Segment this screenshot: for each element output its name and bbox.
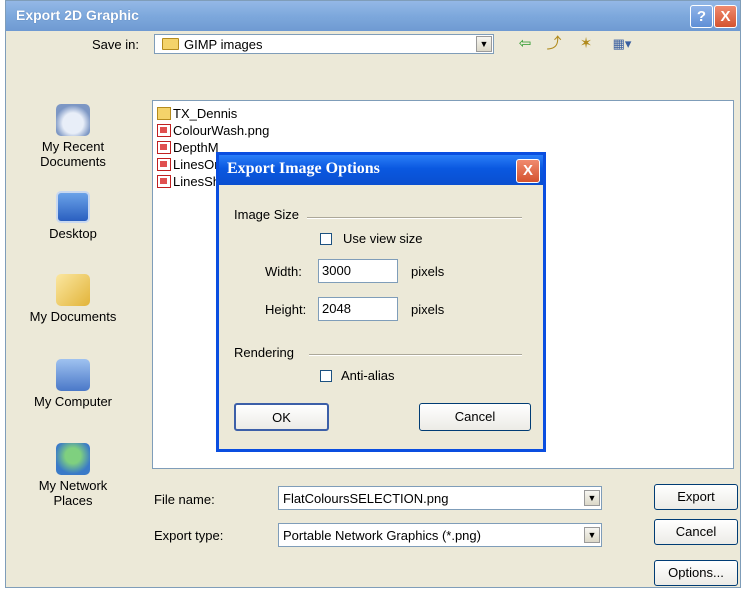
folder-icon bbox=[157, 107, 171, 120]
up-folder-icon[interactable]: ⤴ bbox=[543, 34, 565, 54]
network-places-icon bbox=[56, 443, 90, 475]
png-file-icon bbox=[157, 124, 171, 137]
outer-title: Export 2D Graphic bbox=[16, 7, 139, 23]
place-my-documents[interactable]: My Documents bbox=[18, 274, 128, 324]
export-button[interactable]: Export bbox=[654, 484, 738, 510]
file-name-value: FlatColoursSELECTION.png bbox=[283, 491, 449, 506]
png-file-icon bbox=[157, 158, 171, 171]
file-name: LinesOr bbox=[173, 157, 219, 172]
ok-button[interactable]: OK bbox=[234, 403, 329, 431]
inner-title: Export Image Options bbox=[227, 160, 380, 177]
chevron-down-icon[interactable]: ▼ bbox=[584, 490, 600, 506]
rendering-group-title: Rendering bbox=[234, 345, 294, 360]
list-item[interactable]: LinesSh bbox=[157, 174, 220, 190]
file-name: DepthM bbox=[173, 140, 219, 155]
divider bbox=[307, 217, 522, 219]
my-documents-icon bbox=[56, 274, 90, 306]
inner-title-bar[interactable]: Export Image Options X bbox=[219, 155, 543, 185]
file-name: ColourWash.png bbox=[173, 123, 270, 138]
place-label: My Computer bbox=[33, 394, 113, 409]
place-my-network-places[interactable]: My Network Places bbox=[18, 443, 128, 508]
use-view-size-label: Use view size bbox=[343, 231, 423, 246]
file-name-label: File name: bbox=[154, 492, 215, 507]
list-item[interactable]: TX_Dennis bbox=[157, 106, 237, 122]
png-file-icon bbox=[157, 141, 171, 154]
place-label: My Recent Documents bbox=[40, 139, 106, 169]
export-type-value: Portable Network Graphics (*.png) bbox=[283, 528, 481, 543]
save-in-value: GIMP images bbox=[184, 37, 263, 52]
width-value: 3000 bbox=[322, 263, 351, 278]
file-name: TX_Dennis bbox=[173, 106, 238, 121]
png-file-icon bbox=[157, 175, 171, 188]
place-my-computer[interactable]: My Computer bbox=[18, 359, 128, 409]
width-label: Width: bbox=[265, 264, 302, 279]
place-label: Desktop bbox=[49, 226, 97, 241]
divider bbox=[309, 354, 522, 356]
chevron-down-icon[interactable]: ▼ bbox=[584, 527, 600, 543]
place-my-recent-documents[interactable]: My Recent Documents bbox=[18, 104, 128, 169]
height-label: Height: bbox=[265, 302, 307, 317]
folder-icon bbox=[162, 38, 179, 50]
save-in-label: Save in: bbox=[92, 37, 139, 52]
options-button[interactable]: Options... bbox=[654, 560, 738, 586]
chevron-down-icon[interactable]: ▼ bbox=[476, 36, 492, 52]
height-unit: pixels bbox=[411, 302, 445, 317]
save-in-dropdown[interactable]: GIMP images ▼ bbox=[154, 34, 494, 54]
export-image-options-dialog: Export Image Options X Image Size Use vi… bbox=[216, 152, 546, 452]
desktop-icon bbox=[56, 191, 90, 223]
help-button[interactable]: ? bbox=[690, 5, 713, 28]
width-unit: pixels bbox=[411, 264, 445, 279]
height-value: 2048 bbox=[322, 301, 351, 316]
list-item[interactable]: ColourWash.png bbox=[157, 123, 269, 139]
my-computer-icon bbox=[56, 359, 90, 391]
close-button[interactable]: X bbox=[714, 5, 737, 28]
image-size-group-title: Image Size bbox=[234, 207, 300, 222]
file-name: LinesSh bbox=[173, 174, 220, 189]
view-menu-icon[interactable]: ▦▾ bbox=[606, 34, 638, 54]
recent-documents-icon bbox=[56, 104, 90, 136]
export-type-label: Export type: bbox=[154, 528, 224, 543]
place-label: My Network Places bbox=[38, 478, 108, 508]
outer-title-bar[interactable]: Export 2D Graphic ? X bbox=[6, 1, 740, 31]
height-input[interactable]: 2048 bbox=[318, 297, 398, 321]
use-view-size-checkbox[interactable] bbox=[320, 233, 332, 245]
anti-alias-label: Anti-alias bbox=[341, 368, 395, 383]
list-item[interactable]: LinesOr bbox=[157, 157, 219, 173]
new-folder-icon[interactable]: ✶ bbox=[575, 34, 597, 54]
cancel-button[interactable]: Cancel bbox=[654, 519, 738, 545]
list-item[interactable]: DepthM bbox=[157, 140, 219, 156]
width-input[interactable]: 3000 bbox=[318, 259, 398, 283]
back-arrow-icon[interactable]: ⇦ bbox=[514, 34, 536, 54]
place-desktop[interactable]: Desktop bbox=[18, 191, 128, 241]
place-label: My Documents bbox=[29, 309, 117, 324]
export-type-select[interactable]: Portable Network Graphics (*.png) ▼ bbox=[278, 523, 602, 547]
file-name-combobox[interactable]: FlatColoursSELECTION.png ▼ bbox=[278, 486, 602, 510]
anti-alias-checkbox[interactable] bbox=[320, 370, 332, 382]
close-icon[interactable]: X bbox=[516, 159, 540, 183]
inner-cancel-button[interactable]: Cancel bbox=[419, 403, 531, 431]
